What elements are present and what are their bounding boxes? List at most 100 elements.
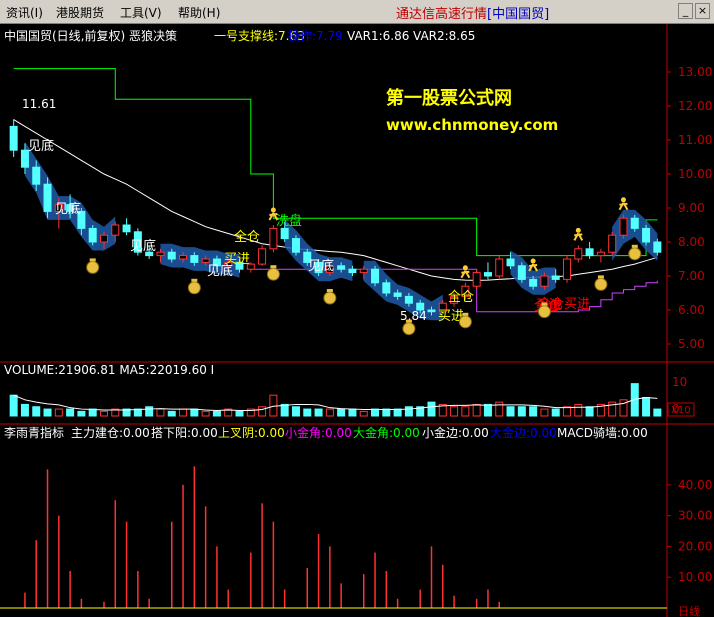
candle-body [88,227,97,243]
volume-bar [43,408,52,417]
volume-bar [258,406,267,417]
volume-ma-line [13,394,658,411]
candle-body [99,234,108,243]
volume-bar [280,403,289,417]
candle-body [653,241,662,253]
volume-bars [9,383,662,417]
indicator-header: 主力建仓:0.00 搭下阳:0.00 上叉阴:0.00 小金角:0.00 大金角:0.0… [71,425,648,440]
menu-help[interactable]: 帮助(H) [178,4,220,21]
minimize-button[interactable]: _ [678,3,693,19]
volume-bar [145,406,154,417]
signal-label: 见底 [130,238,156,254]
volume-unit-label: X10 [671,405,691,416]
candle-body [585,248,594,257]
runner-icon [618,202,629,211]
volume-bar [529,406,538,417]
money-bag-icon [323,291,337,305]
money-bag-icon [326,289,333,292]
candle-body [427,309,436,313]
volume-bar [190,408,199,417]
volume-bar [348,408,357,417]
money-bag-icon [462,312,469,316]
candle-body [563,258,572,280]
candle-body [540,275,549,287]
price-low-marker: 5.84 [400,309,427,323]
volume-bar [642,397,651,417]
indicator-bars [0,466,667,609]
indicator-value-label: MACD骑墙:0.00 [557,426,648,440]
menu-info[interactable]: 资讯(I) [6,4,43,21]
volume-axis-tick: 10 [672,375,687,389]
volume-bar [404,406,413,417]
price-panel-title: 中国国贸(日线,前复权) 恶狼决策 [4,28,177,43]
volume-bar [506,406,515,417]
candle-body [529,278,538,287]
signal-label: 买进 [224,252,250,267]
volume-bar [212,410,221,417]
candle-body [280,227,289,240]
money-bag-icon [594,277,608,291]
indicator-value-label: 大金角:0.00 [353,425,420,440]
candle-body [393,292,402,297]
candle-body [291,238,300,253]
signal-label: 全仓 [234,229,260,245]
runner-icon [530,258,536,264]
menu-bar: 资讯(I) 港股期货 工具(V) 帮助(H) 通达信高速行情[中国国贸] _ × [0,0,714,24]
candle-body [9,125,18,151]
window-controls: _ × [678,3,712,19]
app-title: 通达信高速行情[中国国贸] [396,3,549,22]
volume-bar [325,408,334,417]
candle-body [371,268,380,284]
close-button[interactable]: × [695,3,710,19]
volume-bar [574,403,583,417]
volume-bar [427,401,436,417]
volume-panel-header: VOLUME:21906.81 MA5:22019.60 I [4,363,214,377]
candle-body [483,272,492,277]
series-line [13,119,658,281]
money-bag-icon [191,278,198,282]
candle-body [167,251,176,260]
price-high-marker: 11.61 [22,97,56,111]
volume-bar [54,408,63,417]
candle-body [642,227,651,243]
menu-tools[interactable]: 工具(V) [120,4,162,21]
price-axis-tick: 8.00 [678,235,705,249]
candle-body [517,265,526,280]
candle-body [359,268,368,274]
signal-label: 见底 [28,138,54,154]
volume-bar [9,394,18,417]
volume-bar [99,410,108,417]
candle-body [551,275,560,280]
indicator-axis-tick: 10.00 [678,570,712,584]
price-axis-tick: 11.00 [678,133,712,147]
volume-bar [167,410,176,417]
price-axis-tick: 7.00 [678,269,705,283]
indicator-value-label: 搭下阳:0.00 [151,426,218,440]
indicator-panel-name: 李雨青指标 [4,425,64,440]
volume-bar [585,406,594,417]
candle-body [619,217,628,236]
volume-bar [303,408,312,417]
volume-bar [461,406,470,417]
candle-body [201,258,210,263]
menu-hk-futures[interactable]: 港股期货 [56,4,104,21]
price-axis-tick: 6.00 [678,303,705,317]
var2-label: VAR2:8.65 [413,29,475,43]
candle-body [190,255,199,263]
volume-bar [179,408,188,417]
runner-icon [573,232,584,241]
chart-area: 13.00 12.00 11.00 10.00 9.00 8.00 7.00 6.00 5.00… [0,24,714,617]
money-bag-icon [458,315,472,329]
money-bag-icon [631,244,638,248]
volume-bar [337,408,346,417]
money-bag-icon [628,247,642,261]
indicator-value-label: 大金边:0.00 [490,425,557,440]
runner-icon [462,265,468,271]
indicator-axis: 40.00 30.00 20.00 10.00 [667,478,712,584]
candle-body [495,258,504,277]
volume-bar [66,408,75,417]
candle-body [472,272,481,287]
signal-label: 洗盘 [276,213,302,229]
candle-body [111,224,120,236]
candle-body [630,217,639,229]
